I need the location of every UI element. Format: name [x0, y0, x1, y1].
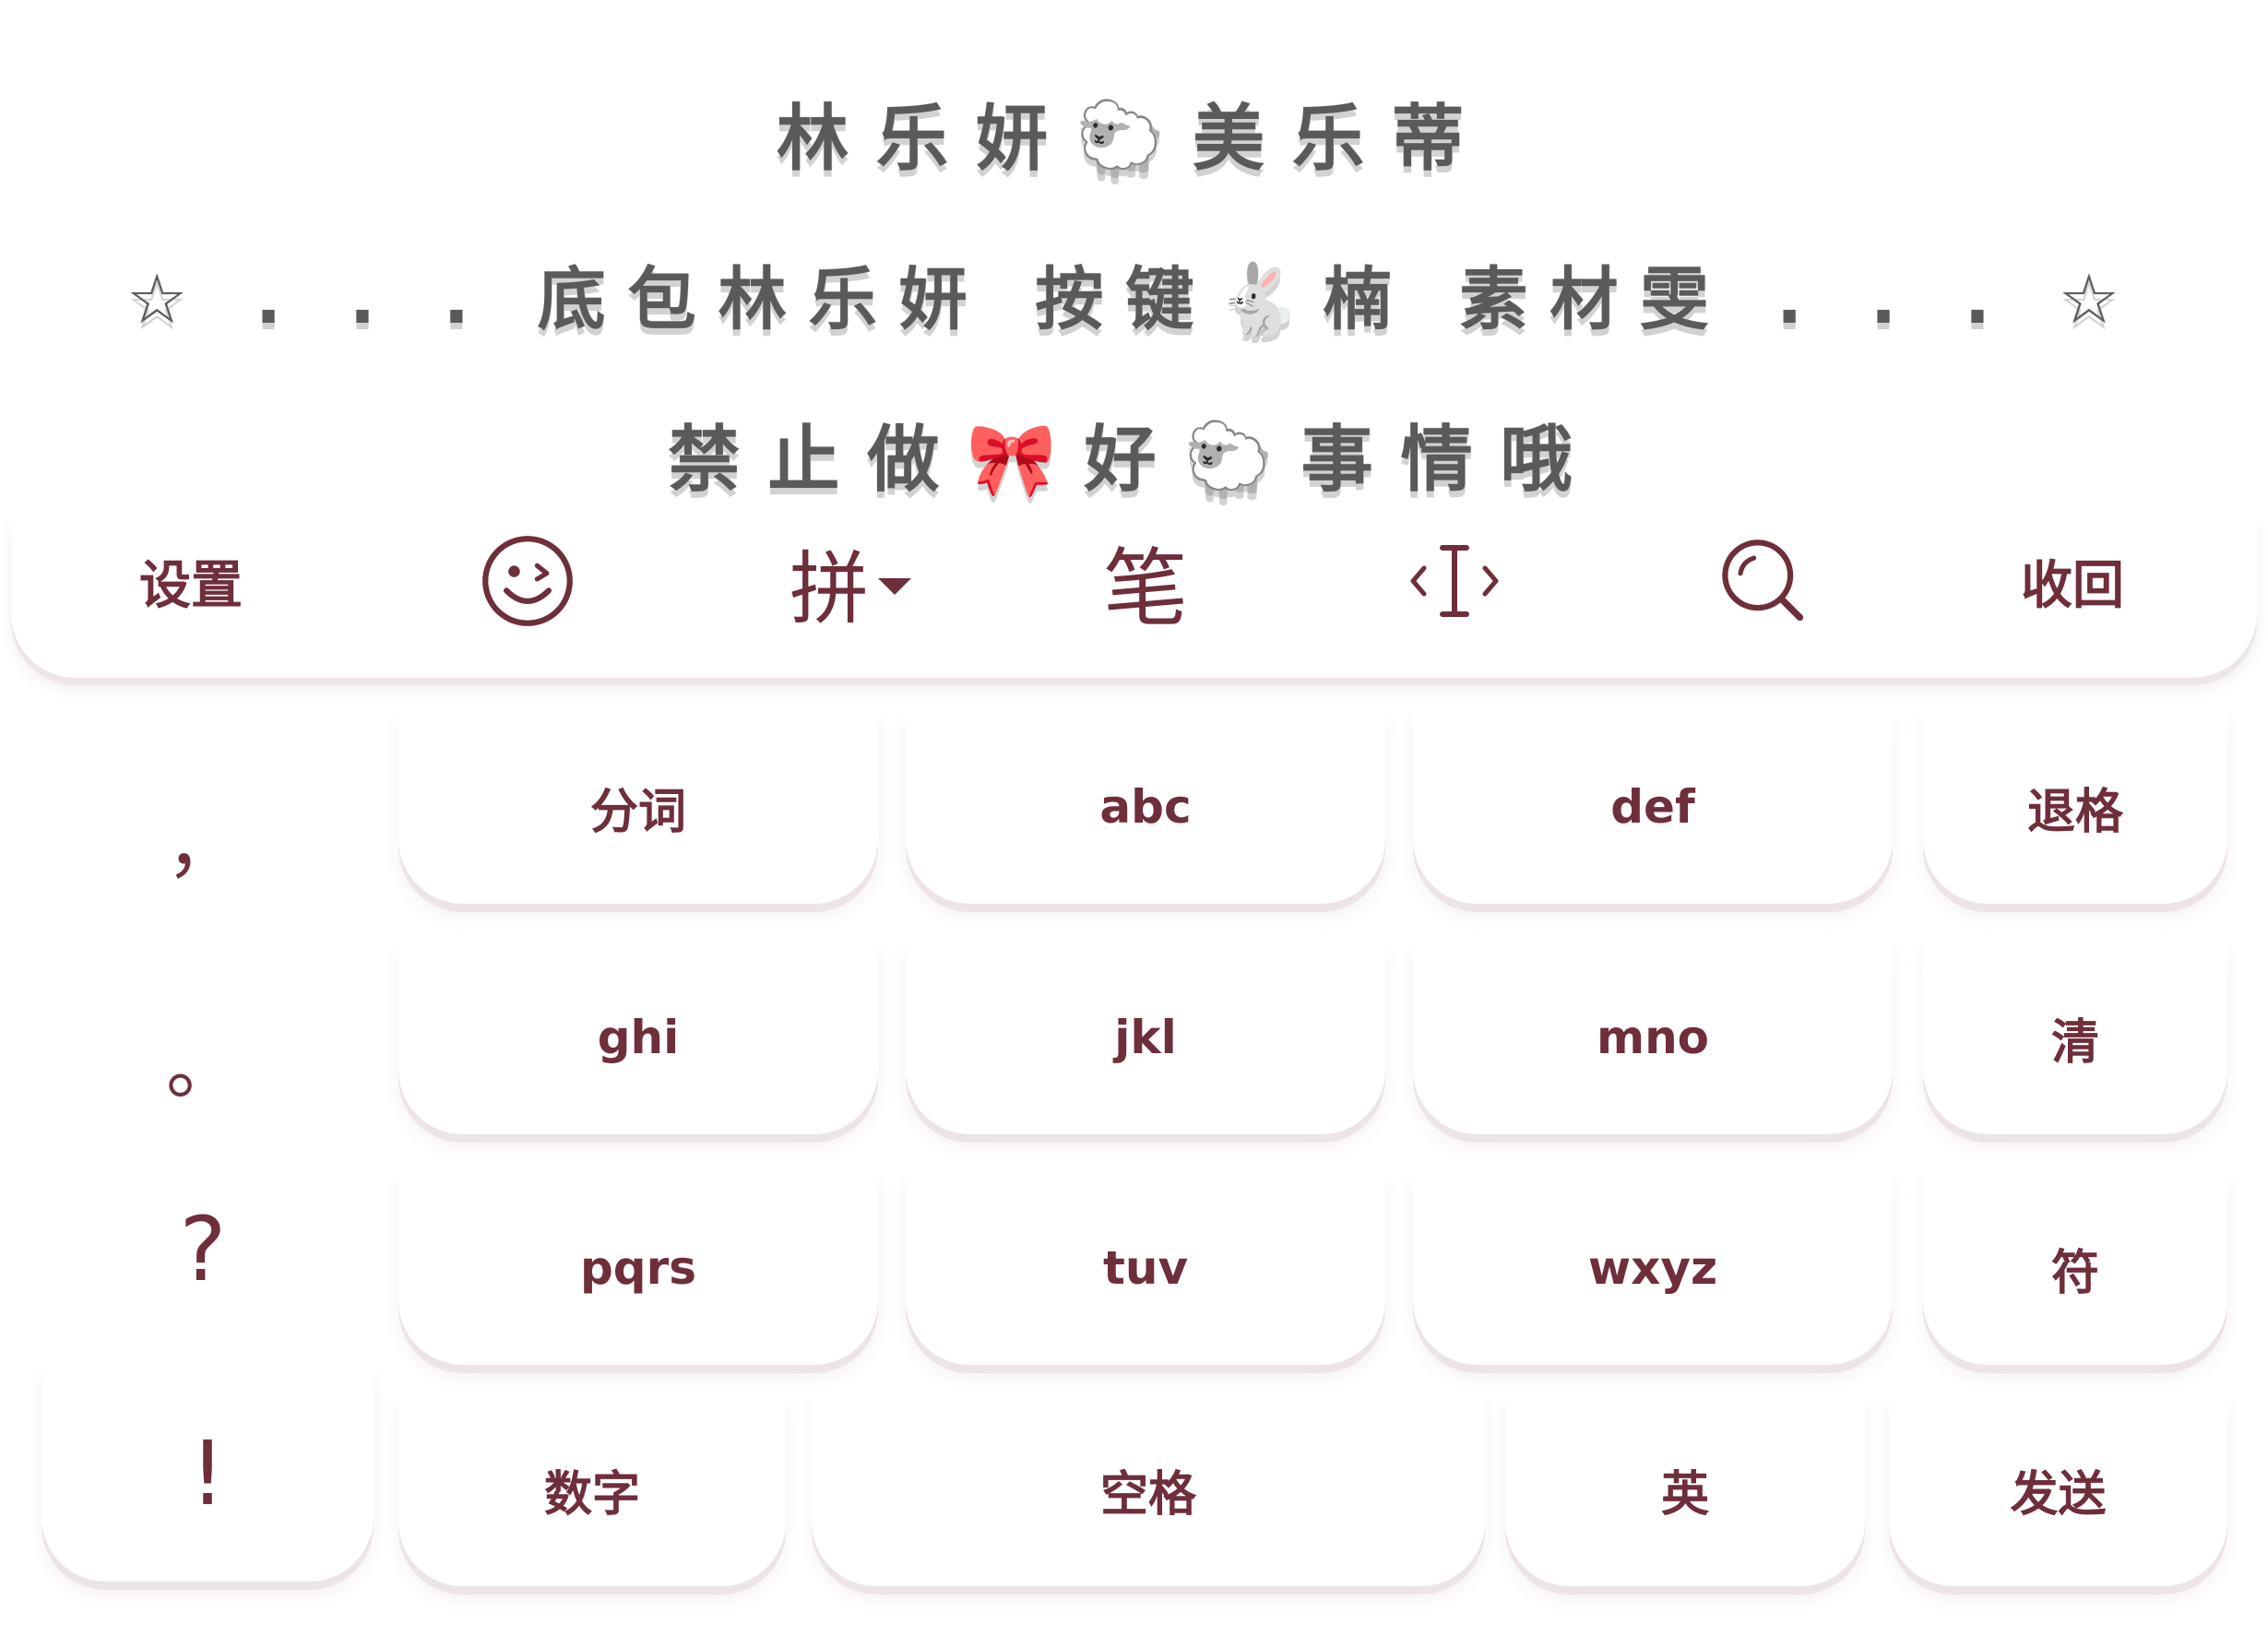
wxyz-label: wxyz [1587, 1241, 1718, 1295]
jkl-key[interactable]: jkl [906, 941, 1385, 1134]
pqrs-key[interactable]: pqrs [398, 1171, 878, 1365]
comma-label: ， [166, 802, 240, 888]
cursor-move-button[interactable] [1362, 516, 1547, 646]
period-label: 。 [166, 1024, 240, 1109]
wxyz-key[interactable]: wxyz [1413, 1171, 1893, 1365]
banner-line-1: 林乐妍🐑美乐蒂 [776, 98, 1492, 181]
question-label: ? [179, 1198, 227, 1301]
banner-line-2: ☆ . . . 底包林乐妍 按键🐇楠 素材雯 . . . ☆ [125, 260, 2143, 339]
stroke-label: 笔 [1102, 539, 1188, 638]
exclaim-key[interactable]: ! [42, 1365, 374, 1582]
pinyin-label: 拼 [790, 542, 869, 635]
clear-label: 清 [2050, 1014, 2099, 1071]
english-label: 英 [1660, 1466, 1709, 1523]
number-key[interactable]: 数字 [398, 1393, 786, 1586]
tuv-label: tuv [1102, 1241, 1189, 1295]
emoji-button[interactable] [435, 516, 620, 646]
backspace-key[interactable]: 退格 [1923, 710, 2227, 904]
fenci-label: 分词 [589, 784, 686, 840]
search-icon [1722, 539, 1804, 622]
english-key[interactable]: 英 [1505, 1393, 1865, 1586]
question-key[interactable]: ? [37, 1180, 369, 1319]
def-key[interactable]: def [1413, 710, 1893, 904]
collapse-keyboard-button[interactable]: 收回 [1980, 516, 2165, 646]
symbol-key[interactable]: 符 [1923, 1171, 2227, 1365]
collapse-label: 收回 [2021, 555, 2124, 616]
banner-line-3: 禁止做🎀好🐑事情哦 [668, 419, 1600, 502]
fenci-key[interactable]: 分词 [398, 710, 878, 904]
tuv-key[interactable]: tuv [906, 1171, 1385, 1365]
abc-label: abc [1099, 780, 1192, 834]
clear-key[interactable]: 清 [1923, 941, 2227, 1134]
text-cursor-icon [1410, 545, 1499, 617]
mno-label: mno [1596, 1011, 1710, 1064]
comma-key[interactable]: ， [37, 770, 369, 908]
keyboard-toolbar: 设置 拼 笔 收回 [11, 516, 2257, 678]
abc-key[interactable]: abc [906, 710, 1385, 904]
backspace-label: 退格 [2026, 784, 2123, 840]
space-label: 空格 [1099, 1466, 1196, 1523]
send-key[interactable]: 发送 [1889, 1393, 2227, 1586]
settings-label: 设置 [139, 555, 243, 616]
ghi-label: ghi [597, 1011, 680, 1064]
smiley-wink-icon [482, 536, 573, 626]
pqrs-label: pqrs [579, 1241, 696, 1295]
jkl-label: jkl [1114, 1011, 1177, 1064]
settings-button[interactable]: 设置 [99, 516, 283, 646]
symbol-label: 符 [2050, 1245, 2099, 1301]
stroke-input-mode-button[interactable]: 笔 [1053, 516, 1238, 646]
chevron-down-icon [878, 578, 911, 595]
pinyin-input-mode-button[interactable]: 拼 [758, 516, 943, 646]
ghi-key[interactable]: ghi [398, 941, 878, 1134]
search-button[interactable] [1671, 516, 1856, 646]
number-label: 数字 [543, 1466, 640, 1523]
def-label: def [1610, 780, 1695, 834]
period-key[interactable]: 。 [37, 991, 369, 1130]
send-label: 发送 [2010, 1466, 2107, 1523]
exclaim-label: ! [189, 1421, 226, 1525]
mno-key[interactable]: mno [1413, 941, 1893, 1134]
space-key[interactable]: 空格 [812, 1393, 1485, 1586]
